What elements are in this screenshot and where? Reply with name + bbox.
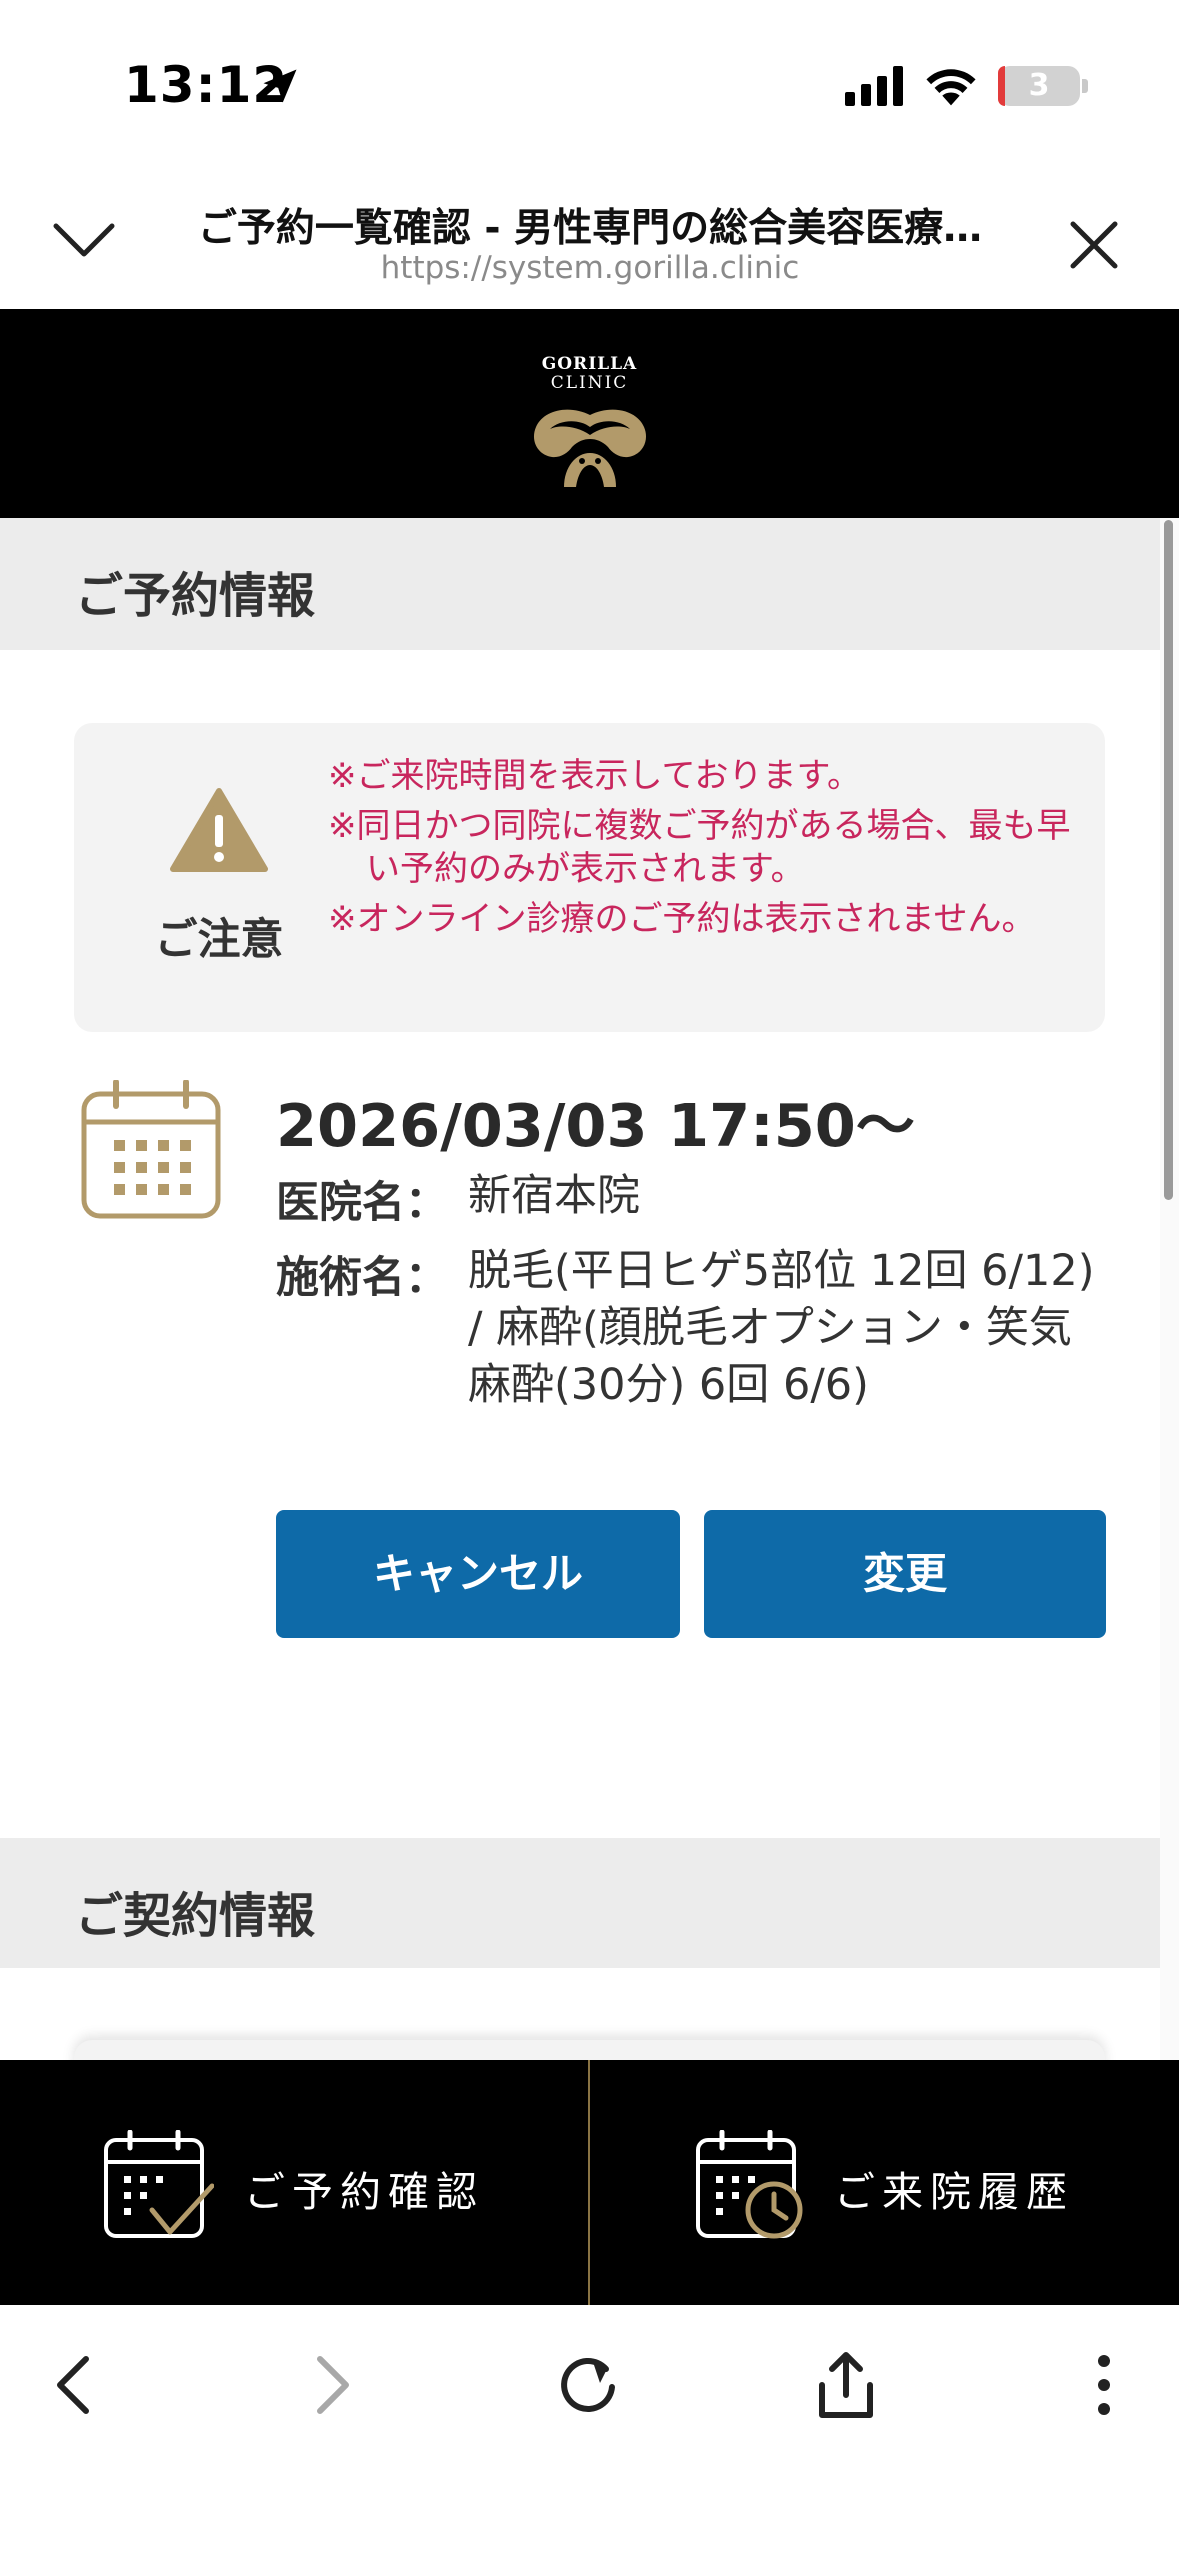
page-title: ご予約一覧確認 - 男性専門の総合美容医療… — [197, 206, 983, 251]
reload-icon[interactable] — [548, 2345, 628, 2425]
treatment-label: 施術名： — [276, 1253, 448, 1303]
cellular-signal-icon — [845, 66, 903, 106]
location-arrow-icon — [263, 69, 297, 103]
notice-line-3: ※オンライン診療のご予約は表示されません。 — [328, 899, 1036, 939]
browser-toolbar — [0, 2305, 1179, 2556]
cancel-reservation-button[interactable]: キャンセル — [276, 1510, 680, 1638]
battery-level: 3 — [1028, 68, 1050, 103]
browser-header: ご予約一覧確認 - 男性専門の総合美容医療… https://system.go… — [0, 175, 1179, 309]
share-icon[interactable] — [806, 2345, 886, 2425]
contract-section-heading: ご契約情報 — [0, 1838, 1160, 1968]
site-header: GORILLA CLINIC — [0, 309, 1179, 518]
notice-label: ご注意 — [154, 915, 284, 965]
site-logo-text[interactable]: GORILLA CLINIC — [0, 355, 1179, 393]
gorilla-logo-icon[interactable] — [530, 401, 650, 489]
forward-icon[interactable] — [290, 2345, 370, 2425]
clinic-label: 医院名： — [276, 1178, 448, 1228]
notice-lines: ※ご来院時間を表示しております。 ※同日かつ同院に複数ご予約がある場合、最も早い… — [328, 755, 1078, 948]
nav-visit-history[interactable]: ご来院履歴 — [590, 2060, 1178, 2305]
wifi-icon — [926, 69, 976, 106]
battery-cap — [1082, 79, 1088, 93]
calendar-check-icon — [104, 2130, 214, 2238]
reservation-datetime: 2026/03/03 17:50～ — [276, 1091, 915, 1160]
scrollbar-thumb[interactable] — [1164, 520, 1173, 1200]
clinic-name: 新宿本院 — [468, 1171, 640, 1221]
clinic-row: 医院名： 新宿本院 — [276, 1168, 1106, 1228]
notice-line-1: ※ご来院時間を表示しております。 — [328, 756, 862, 796]
back-icon[interactable] — [36, 2345, 116, 2425]
treatment-row: 施術名： 脱毛(平日ヒゲ5部位 12回 6/12) / 麻酔(顔脱毛オプション・… — [276, 1243, 1106, 1473]
contract-section-title: ご契約情報 — [75, 1888, 316, 1944]
nav-reservations-label: ご予約確認 — [244, 2168, 484, 2216]
status-bar: 13:12 3 — [0, 0, 1179, 175]
nav-reservations[interactable]: ご予約確認 — [0, 2060, 588, 2305]
more-options-icon[interactable] — [1064, 2345, 1144, 2425]
calendar-clock-icon — [696, 2130, 803, 2239]
nav-visit-history-label: ご来院履歴 — [834, 2168, 1074, 2216]
logo-line-2: CLINIC — [550, 373, 629, 393]
change-reservation-button[interactable]: 変更 — [704, 1510, 1106, 1638]
treatment-name: 脱毛(平日ヒゲ5部位 12回 6/12) / 麻酔(顔脱毛オプション・笑気麻酔(… — [468, 1246, 1095, 1410]
calendar-icon — [81, 1080, 221, 1219]
warning-icon — [170, 788, 268, 872]
logo-line-1: GORILLA — [541, 354, 638, 374]
reservation-section-title: ご予約情報 — [75, 568, 316, 624]
notice-box: ご注意 ※ご来院時間を表示しております。 ※同日かつ同院に複数ご予約がある場合、… — [74, 723, 1105, 1032]
close-icon[interactable] — [1068, 219, 1120, 271]
notice-line-2: ※同日かつ同院に複数ご予約がある場合、最も早い予約のみが表示されます。 — [328, 806, 1071, 889]
page-url: https://system.gorilla.clinic — [380, 250, 800, 286]
chevron-down-icon[interactable] — [52, 220, 116, 260]
reservation-section-heading: ご予約情報 — [0, 518, 1160, 650]
